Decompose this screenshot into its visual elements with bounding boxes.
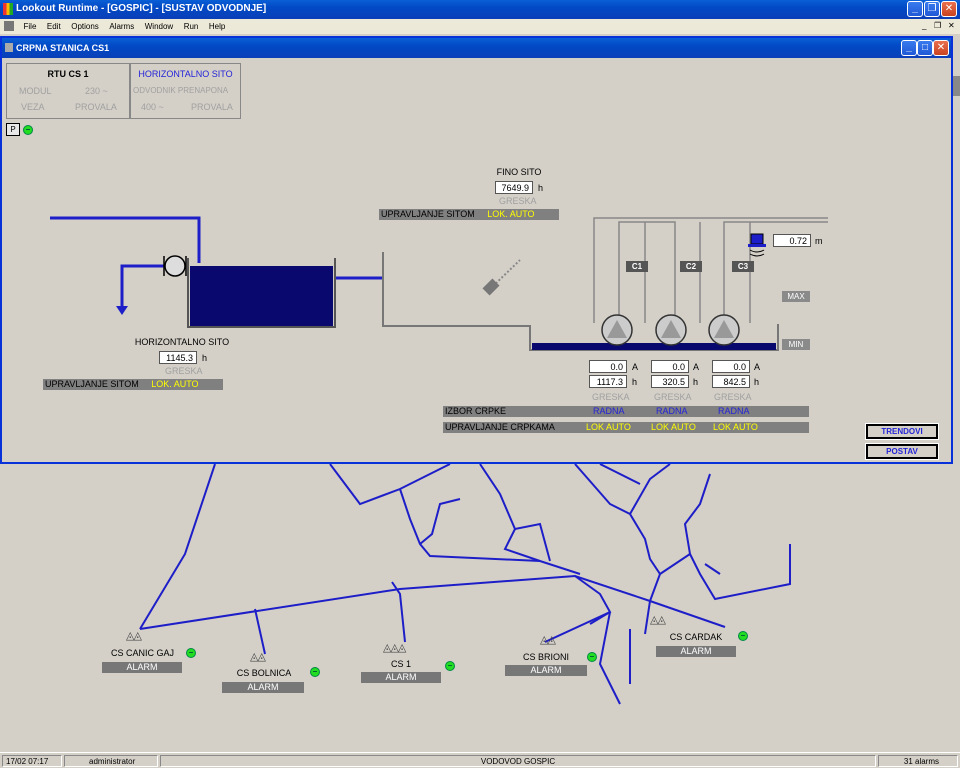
horiz-sito-control-label: UPRAVLJANJE SITOM <box>45 379 139 389</box>
station-bolnica-pumps-icon: ◬◬ <box>250 651 266 663</box>
station-brioni-status-led-icon <box>587 652 597 662</box>
minimize-button[interactable]: _ <box>907 1 923 17</box>
process-schematic <box>50 216 828 351</box>
app-icon <box>3 3 13 15</box>
station-cs1-status-led-icon <box>445 661 455 671</box>
fino-sito-hours-value: 7649.9 <box>495 181 533 194</box>
pump-c1-ctrl[interactable]: LOK AUTO <box>586 422 631 433</box>
trendovi-button[interactable]: TRENDOVI <box>865 423 939 440</box>
station-bolnica-status-led-icon <box>310 667 320 677</box>
menu-edit[interactable]: Edit <box>43 19 65 34</box>
pump-c1-amps-unit: A <box>632 362 639 372</box>
status-user: administrator <box>64 755 158 767</box>
pump-c1-hours-unit: h <box>632 377 638 387</box>
station-bolnica-alarm[interactable]: ALARM <box>222 682 304 693</box>
document-icon[interactable] <box>4 21 14 31</box>
station-brioni-label: CS BRIONI <box>522 652 569 662</box>
station-cardak-alarm[interactable]: ALARM <box>656 646 736 657</box>
menu-alarms[interactable]: Alarms <box>105 19 138 34</box>
station-canic-gaj-pumps-icon: ◬◬ <box>126 630 142 642</box>
pump-c3-hours-unit: h <box>754 377 760 387</box>
pump-c2-status: GRESKA <box>654 392 692 402</box>
pump-c1-label: C1 <box>626 261 648 272</box>
fino-sito-title: FINO SITO <box>496 167 542 177</box>
pump-c2-amps-value: 0.0 <box>651 360 689 373</box>
pump-c1-hours-value: 1117.3 <box>589 375 627 388</box>
horiz-sito-status: GRESKA <box>165 366 203 376</box>
pump-c1-select[interactable]: RADNA <box>593 406 625 417</box>
pump-c3-amps-value: 0.0 <box>712 360 750 373</box>
station-brioni-alarm[interactable]: ALARM <box>505 665 587 676</box>
upravljanje-crpkama-label: UPRAVLJANJE CRPKAMA <box>445 422 555 432</box>
fino-sito-control-label: UPRAVLJANJE SITOM <box>381 209 475 219</box>
postav-button[interactable]: POSTAV <box>865 443 939 460</box>
pump-c3-ctrl[interactable]: LOK AUTO <box>713 422 758 433</box>
izbor-crpke-label: IZBOR CRPKE <box>445 406 507 416</box>
mdi-close-icon[interactable]: ✕ <box>948 21 955 30</box>
station-cs1-pumps-icon: ◬◬◬ <box>383 642 406 654</box>
mdi-minimize-icon[interactable]: _ <box>922 21 926 30</box>
station-cardak-label: CS CARDAK <box>669 632 723 642</box>
station-canic-gaj-label: CS CANIC GAJ <box>110 648 174 658</box>
horiz-sito-title: HORIZONTALNO SITO <box>134 337 230 347</box>
mdi-restore-icon[interactable]: ❐ <box>934 21 941 30</box>
pump-c2-label: C2 <box>680 261 702 272</box>
izbor-crpke-bar[interactable]: IZBOR CRPKE RADNA RADNA RADNA <box>443 406 809 417</box>
level-unit: m <box>815 236 823 246</box>
pump-c2-hours-value: 320.5 <box>651 375 689 388</box>
menu-window[interactable]: Window <box>141 19 177 34</box>
network-map <box>139 464 791 705</box>
fino-sito-status: GRESKA <box>499 196 537 206</box>
station-canic-gaj-status-led-icon <box>186 648 196 658</box>
child-window[interactable]: CRPNA STANICA CS1 _ □ ✕ RTU CS 1 MODUL 2… <box>0 36 953 464</box>
fino-sito-hours-unit: h <box>538 183 544 193</box>
station-bolnica-label: CS BOLNICA <box>236 668 292 678</box>
station-canic-gaj-alarm[interactable]: ALARM <box>102 662 182 673</box>
pump-c1-status: GRESKA <box>592 392 630 402</box>
pump-c2-select[interactable]: RADNA <box>656 406 688 417</box>
fino-sito-control-bar[interactable]: UPRAVLJANJE SITOM LOK. AUTO <box>379 209 559 220</box>
menu-options[interactable]: Options <box>67 19 103 34</box>
pump-c3-hours-value: 842.5 <box>712 375 750 388</box>
level-max-label: MAX <box>782 291 810 302</box>
status-bar: 17/02 07:17 administrator VODOVOD GOSPIC… <box>0 752 960 768</box>
app-title: Lookout Runtime - [GOSPIC] - [SUSTAV ODV… <box>16 3 267 14</box>
restore-button[interactable]: ❐ <box>924 1 940 17</box>
level-value: 0.72 <box>773 234 811 247</box>
upravljanje-crpkama-bar[interactable]: UPRAVLJANJE CRPKAMA LOK AUTO LOK AUTO LO… <box>443 422 809 433</box>
station-brioni-pumps-icon: ◬◬ <box>540 634 556 646</box>
pump-c1-amps-value: 0.0 <box>589 360 627 373</box>
pump-c2-amps-unit: A <box>693 362 700 372</box>
station-cardak-status-led-icon <box>738 631 748 641</box>
horiz-sito-control-bar[interactable]: UPRAVLJANJE SITOM LOK. AUTO <box>43 379 223 390</box>
pump-c3-amps-unit: A <box>754 362 761 372</box>
status-alarms[interactable]: 31 alarms <box>878 755 958 767</box>
pump-c2-hours-unit: h <box>693 377 699 387</box>
fino-sito-control-value: LOK. AUTO <box>487 209 535 219</box>
pump-c3-status: GRESKA <box>714 392 752 402</box>
app-title-bar[interactable]: Lookout Runtime - [GOSPIC] - [SUSTAV ODV… <box>0 0 960 19</box>
horiz-sito-control-value: LOK. AUTO <box>151 379 199 389</box>
menu-file[interactable]: File <box>20 19 41 34</box>
status-center: VODOVOD GOSPIC <box>160 755 876 767</box>
station-cs1-label: CS 1 <box>390 659 411 669</box>
station-cardak-pumps-icon: ◬◬ <box>650 614 666 626</box>
menu-help[interactable]: Help <box>205 19 229 34</box>
station-cs1-alarm[interactable]: ALARM <box>361 672 441 683</box>
pump-c2-ctrl[interactable]: LOK AUTO <box>651 422 696 433</box>
menu-bar: File Edit Options Alarms Window Run Help… <box>0 19 960 34</box>
horiz-sito-hours-unit: h <box>202 353 208 363</box>
level-min-label: MIN <box>782 339 810 350</box>
horiz-sito-hours-value: 1145.3 <box>159 351 197 364</box>
pump-c3-select[interactable]: RADNA <box>718 406 750 417</box>
close-button[interactable]: ✕ <box>941 1 957 17</box>
scrollbar-stub[interactable] <box>953 76 960 96</box>
status-datetime: 17/02 07:17 <box>2 755 62 767</box>
pump-c3-label: C3 <box>732 261 754 272</box>
menu-run[interactable]: Run <box>180 19 203 34</box>
